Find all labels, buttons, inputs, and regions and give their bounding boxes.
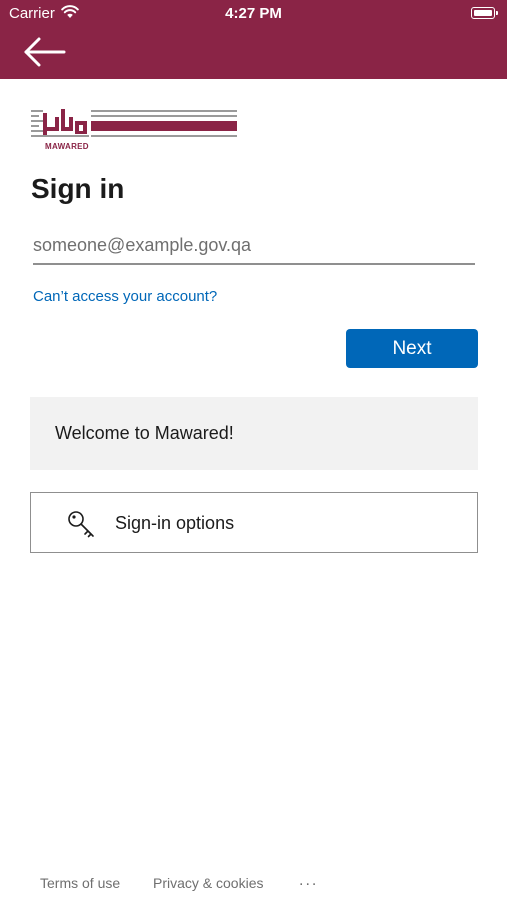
email-field[interactable] <box>33 227 475 265</box>
page-title: Sign in <box>31 173 125 204</box>
logo-caption: MAWARED <box>45 142 89 151</box>
app-header: Carrier 4:27 PM <box>0 0 507 79</box>
sign-in-options-label: Sign-in options <box>115 513 235 533</box>
back-button[interactable] <box>22 35 68 69</box>
battery-icon <box>471 7 498 19</box>
next-button[interactable]: Next <box>346 329 478 368</box>
arrow-left-icon <box>24 37 66 67</box>
more-options-button[interactable]: ... <box>299 872 318 890</box>
privacy-cookies-link[interactable]: Privacy & cookies <box>153 875 263 891</box>
welcome-banner: Welcome to Mawared! <box>30 397 478 470</box>
status-time: 4:27 PM <box>225 5 282 22</box>
key-icon <box>68 511 94 538</box>
cant-access-account-link[interactable]: Can’t access your account? <box>33 288 217 305</box>
mawared-logo: MAWARED <box>31 107 237 153</box>
sign-in-options-button[interactable]: Sign-in options <box>30 492 478 553</box>
welcome-text: Welcome to Mawared! <box>55 423 234 443</box>
status-bar: Carrier 4:27 PM <box>0 0 507 28</box>
mawared-logo-mark <box>31 109 237 137</box>
terms-of-use-link[interactable]: Terms of use <box>40 875 120 891</box>
